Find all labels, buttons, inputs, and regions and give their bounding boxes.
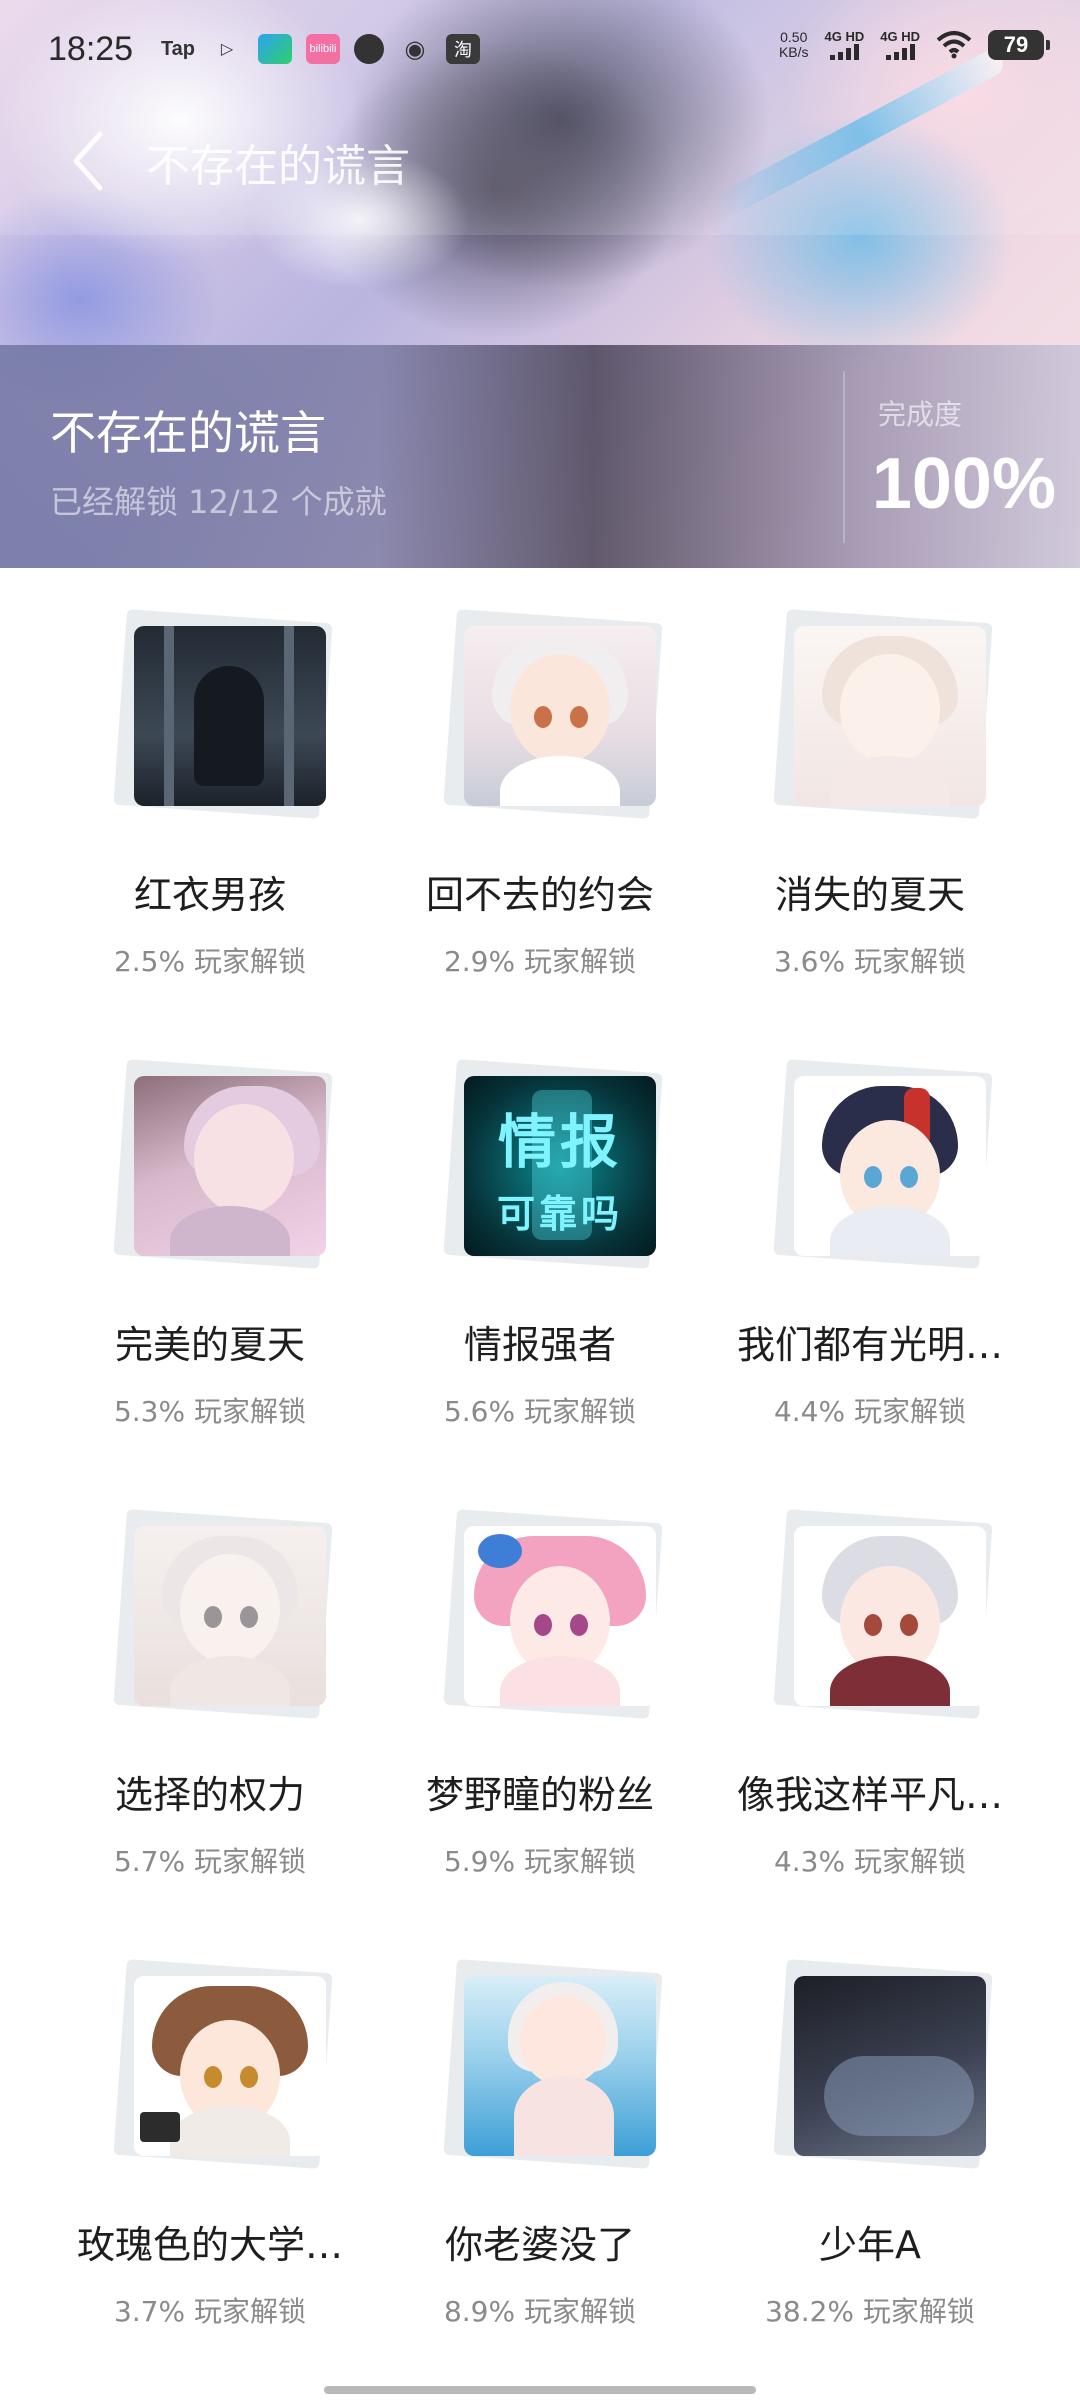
- achievement-thumbnail: [113, 1959, 333, 2169]
- thumbnail-text-small: 可靠吗: [496, 1191, 623, 1236]
- achievement-image: [464, 626, 656, 806]
- taptap-icon: Tap: [160, 37, 196, 60]
- achievement-image: [794, 626, 986, 806]
- completion-value: 100%: [871, 444, 1056, 524]
- achievement-image: [134, 1526, 326, 1706]
- achievement-thumbnail: [443, 1959, 663, 2169]
- play-icon: ▷: [220, 41, 234, 58]
- achievement-image: [794, 1526, 986, 1706]
- back-arrow-icon[interactable]: [64, 126, 114, 196]
- completion-label: 完成度: [877, 398, 962, 431]
- achievement-name: 情报强者: [463, 1323, 616, 1367]
- achievement-thumbnail: [113, 1509, 333, 1719]
- achievement-rate: 5.6% 玩家解锁: [443, 1395, 637, 1428]
- achievement-card[interactable]: 像我这样平凡… 4.3% 玩家解锁: [700, 1468, 1040, 1888]
- achievement-rate: 4.3% 玩家解锁: [773, 1845, 967, 1878]
- achievement-card[interactable]: 选择的权力 5.7% 玩家解锁: [40, 1468, 380, 1888]
- achievement-card[interactable]: 回不去的约会 2.9% 玩家解锁: [370, 568, 710, 988]
- achievement-name: 选择的权力: [114, 1773, 305, 1817]
- taobao-icon: 淘: [446, 34, 480, 64]
- achievement-rate: 2.5% 玩家解锁: [113, 945, 307, 978]
- robot-app-icon: [354, 34, 384, 64]
- achievement-rate: 2.9% 玩家解锁: [443, 945, 637, 978]
- achievement-image: [464, 1526, 656, 1706]
- sim2-label: 4G HD: [880, 29, 920, 44]
- achievement-card[interactable]: 红衣男孩 2.5% 玩家解锁: [40, 568, 380, 988]
- nav-bar: 不存在的谎言: [0, 110, 1080, 210]
- achievement-thumbnail: [773, 1509, 993, 1719]
- bilibili-icon: bilibili: [306, 34, 340, 64]
- sim1-label: 4G HD: [824, 29, 865, 44]
- achievement-card[interactable]: 我们都有光明… 4.4% 玩家解锁: [700, 1018, 1040, 1438]
- app-box-icon: [258, 34, 292, 64]
- achievement-thumbnail: [443, 1509, 663, 1719]
- achievement-name: 消失的夏天: [774, 873, 965, 917]
- achievement-name: 梦野瞳的粉丝: [425, 1773, 654, 1817]
- status-time: 18:25: [48, 30, 134, 68]
- achievement-name: 回不去的约会: [425, 873, 654, 917]
- achievement-thumbnail: [113, 1059, 333, 1269]
- achievement-rate: 4.4% 玩家解锁: [773, 1395, 967, 1428]
- achievement-image: [464, 1976, 656, 2156]
- achievement-rate: 5.9% 玩家解锁: [443, 1845, 637, 1878]
- achievement-thumbnail: [113, 609, 333, 819]
- achievement-card[interactable]: 消失的夏天 3.6% 玩家解锁: [700, 568, 1040, 988]
- achievement-name: 玫瑰色的大学…: [76, 2223, 343, 2267]
- achievement-image: [134, 1076, 326, 1256]
- achievement-image: 情报 可靠吗: [464, 1076, 656, 1256]
- achievement-rate: 3.7% 玩家解锁: [113, 2295, 307, 2328]
- achievement-card[interactable]: 少年A 38.2% 玩家解锁: [700, 1918, 1040, 2338]
- achievement-thumbnail: [773, 1059, 993, 1269]
- network-speed-unit: KB/s: [778, 44, 809, 60]
- divider: [843, 371, 845, 543]
- achievement-thumbnail: [443, 609, 663, 819]
- achievement-image: [134, 1976, 326, 2156]
- thumbnail-text-big: 情报: [497, 1107, 622, 1176]
- weibo-icon: ◉: [404, 35, 426, 63]
- achievement-rate: 3.6% 玩家解锁: [773, 945, 967, 978]
- achievement-card[interactable]: 梦野瞳的粉丝 5.9% 玩家解锁: [370, 1468, 710, 1888]
- game-title: 不存在的谎言: [50, 406, 326, 460]
- hero-banner: 18:25 Tap ▷ bilibili ◉ 淘 0.50 KB/s 4G HD…: [0, 0, 1080, 568]
- status-app-icons: Tap ▷ bilibili ◉ 淘: [160, 34, 480, 64]
- achievement-name: 你老婆没了: [444, 2223, 635, 2267]
- achievement-card[interactable]: 完美的夏天 5.3% 玩家解锁: [40, 1018, 380, 1438]
- achievement-name: 我们都有光明…: [736, 1323, 1003, 1367]
- nav-title: 不存在的谎言: [146, 141, 410, 192]
- achievement-card[interactable]: 情报 可靠吗 情报强者 5.6% 玩家解锁: [370, 1018, 710, 1438]
- achievement-name: 完美的夏天: [114, 1323, 305, 1367]
- signal-bars-icon: [885, 44, 915, 60]
- achievement-thumbnail: [773, 1959, 993, 2169]
- network-speed: 0.50 KB/s: [779, 30, 809, 60]
- achievement-card[interactable]: 你老婆没了 8.9% 玩家解锁: [370, 1918, 710, 2338]
- achievement-name: 红衣男孩: [133, 873, 286, 917]
- achievement-name: 少年A: [819, 2223, 921, 2267]
- achievement-rate: 8.9% 玩家解锁: [443, 2295, 637, 2328]
- home-indicator[interactable]: [324, 2386, 756, 2394]
- achievement-rate: 5.3% 玩家解锁: [113, 1395, 307, 1428]
- wifi-icon: [936, 31, 972, 59]
- achievement-rate: 5.7% 玩家解锁: [113, 1845, 307, 1878]
- achievement-name: 像我这样平凡…: [736, 1773, 1003, 1817]
- status-indicators: 0.50 KB/s 4G HD 4G HD 79: [779, 29, 1050, 60]
- achievement-thumbnail: [773, 609, 993, 819]
- unlock-summary: 已经解锁 12/12 个成就: [50, 483, 387, 521]
- achievement-image: [794, 1076, 986, 1256]
- signal-bars-icon: [829, 44, 859, 60]
- sim2-signal: 4G HD: [880, 30, 920, 60]
- sim1-signal: 4G HD: [824, 29, 865, 60]
- achievement-card[interactable]: 玫瑰色的大学… 3.7% 玩家解锁: [40, 1918, 380, 2338]
- game-info-band: 不存在的谎言 已经解锁 12/12 个成就 完成度 100%: [0, 345, 1080, 568]
- achievement-rate: 38.2% 玩家解锁: [765, 2295, 975, 2328]
- achievement-thumbnail: 情报 可靠吗: [443, 1059, 663, 1269]
- status-bar: 18:25 Tap ▷ bilibili ◉ 淘 0.50 KB/s 4G HD…: [0, 0, 1080, 100]
- battery-icon: 79: [988, 30, 1050, 60]
- achievement-image: [794, 1976, 986, 2156]
- network-speed-value: 0.50: [780, 29, 808, 45]
- achievement-image: [134, 626, 326, 806]
